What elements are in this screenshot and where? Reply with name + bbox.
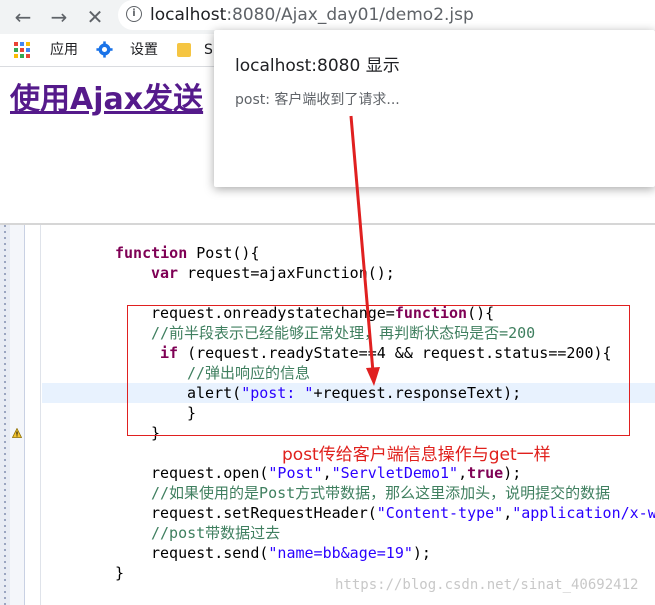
code-line-11: //如果使用的是Post方式带数据，那么这里添加头，说明提交的数据: [151, 484, 611, 502]
apps-grid-icon[interactable]: [14, 42, 30, 58]
alert-dialog[interactable]: localhost:8080 显示 post: 客户端收到了请求...: [214, 30, 655, 187]
code-editor[interactable]: function Post(){ var request=ajaxFunctio…: [0, 225, 655, 605]
dialog-message: post: 客户端收到了请求...: [235, 92, 400, 108]
watermark: https://blog.csdn.net/sinat_40692412: [335, 577, 639, 593]
close-icon[interactable]: ✕: [82, 4, 108, 30]
address-bar[interactable]: i localhost:8080/Ajax_day01/demo2.jsp: [118, 0, 655, 30]
back-arrow-icon[interactable]: ←: [10, 4, 36, 30]
bookmark-apps[interactable]: 应用: [50, 40, 78, 60]
info-icon[interactable]: i: [126, 6, 142, 22]
browser-toolbar: ← → ✕ i localhost:8080/Ajax_day01/demo2.…: [0, 0, 655, 34]
url-text[interactable]: localhost:8080/Ajax_day01/demo2.jsp: [150, 2, 474, 28]
code-line-1: function Post(){: [115, 244, 260, 262]
forward-arrow-icon[interactable]: →: [46, 4, 72, 30]
annotation-box: [127, 305, 630, 436]
bookmark-settings[interactable]: 设置: [130, 40, 158, 60]
url-path: :8080/Ajax_day01/demo2.jsp: [226, 5, 474, 25]
bookmark-folder[interactable]: S: [204, 40, 213, 60]
code-line-10: request.open("Post","ServletDemo1",true)…: [151, 464, 522, 482]
page-title[interactable]: 使用Ajax发送: [10, 80, 203, 120]
folder-icon[interactable]: [177, 43, 191, 57]
code-line-15: }: [115, 564, 125, 582]
annotation-note: post传给客户端信息操作与get一样: [282, 445, 551, 465]
url-host: localhost: [150, 5, 227, 25]
code-line-2: var request=ajaxFunction();: [151, 264, 395, 282]
gear-icon[interactable]: [96, 41, 113, 58]
dialog-title: localhost:8080 显示: [235, 56, 400, 76]
code-line-14: request.send("name=bb&age=19");: [151, 544, 431, 562]
code-line-12: request.setRequestHeader("Content-type",…: [151, 504, 655, 522]
code-line-13: //post带数据过去: [151, 524, 281, 542]
